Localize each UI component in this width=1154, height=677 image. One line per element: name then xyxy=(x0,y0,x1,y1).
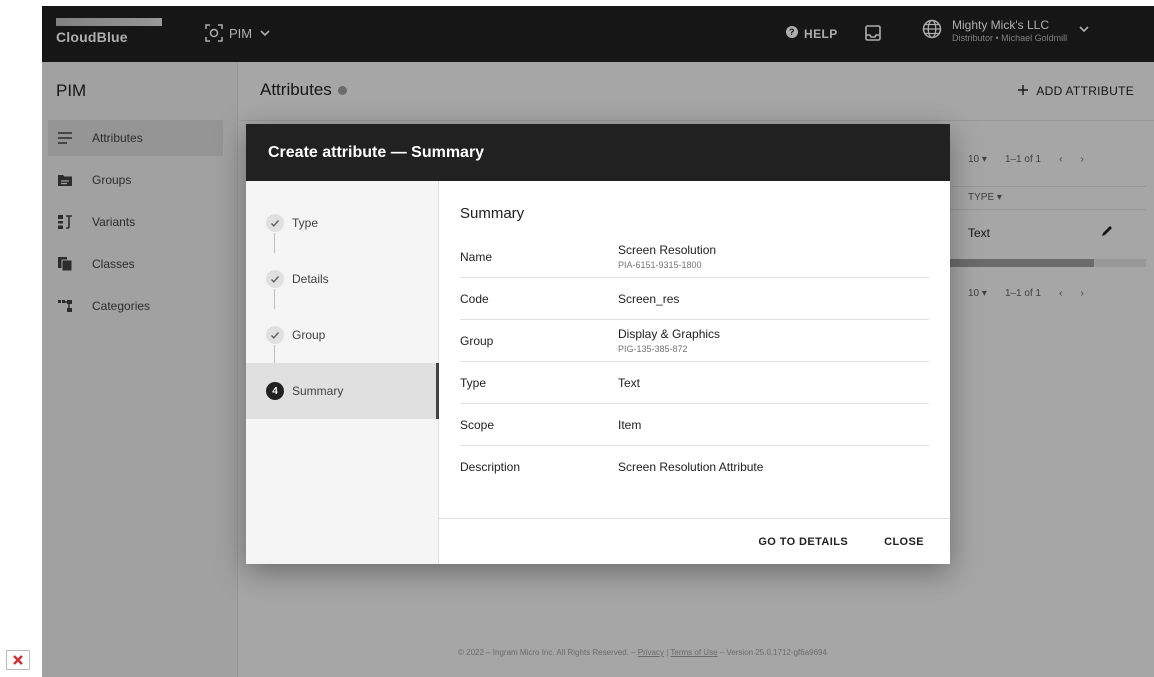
summary-panel: Summary Name Screen Resolution PIA-6151-… xyxy=(460,181,929,488)
step-label: Summary xyxy=(292,384,344,398)
summary-id: PIG-135-385-872 xyxy=(618,344,688,354)
step-label: Details xyxy=(292,272,329,286)
step-number-badge: 4 xyxy=(266,382,284,400)
close-button[interactable]: CLOSE xyxy=(876,530,932,554)
check-icon xyxy=(266,270,284,288)
wizard-steps: Type Details Group 4 Summary xyxy=(246,181,439,564)
summary-title: Summary xyxy=(460,205,525,222)
summary-id: PIA-6151-9315-1800 xyxy=(618,260,702,270)
step-summary[interactable]: 4 Summary xyxy=(246,363,439,419)
summary-row-group: Group Display & Graphics PIG-135-385-872 xyxy=(460,320,929,362)
summary-row-name: Name Screen Resolution PIA-6151-9315-180… xyxy=(460,236,929,278)
summary-row-type: Type Text xyxy=(460,362,929,404)
summary-value: Screen Resolution xyxy=(618,243,717,257)
summary-row-code: Code Screen_res xyxy=(460,278,929,320)
summary-value: Text xyxy=(618,375,641,390)
step-connector xyxy=(274,233,275,253)
summary-row-scope: Scope Item xyxy=(460,404,929,446)
summary-label: Description xyxy=(460,460,521,474)
step-connector xyxy=(274,345,275,365)
summary-label: Type xyxy=(460,375,487,390)
summary-label: Scope xyxy=(460,417,495,432)
broken-image-icon xyxy=(6,650,30,670)
check-icon xyxy=(266,326,284,344)
summary-label: Code xyxy=(460,291,489,306)
dialog-title: Create attribute — Summary xyxy=(246,124,950,181)
dialog-actions: GO TO DETAILS CLOSE xyxy=(439,518,950,564)
summary-value: Screen_res xyxy=(618,291,680,306)
dialog-body: Type Details Group 4 Summary Summary Nam… xyxy=(246,181,950,564)
create-attribute-dialog: Create attribute — Summary Type Details xyxy=(246,124,950,564)
step-label: Type xyxy=(292,216,319,230)
summary-value: Display & Graphics xyxy=(618,327,721,341)
summary-label: Group xyxy=(460,333,494,348)
app-window: CloudBlue PIM ? HELP Mighty Mick's LLC D… xyxy=(42,6,1154,677)
summary-value: Screen Resolution Attribute xyxy=(618,460,764,474)
step-label: Group xyxy=(292,328,326,342)
step-connector xyxy=(274,289,275,309)
go-to-details-button[interactable]: GO TO DETAILS xyxy=(750,530,856,554)
check-icon xyxy=(266,214,284,232)
summary-value: Item xyxy=(618,417,642,432)
summary-label: Name xyxy=(460,249,493,264)
summary-row-description: Description Screen Resolution Attribute xyxy=(460,446,929,488)
